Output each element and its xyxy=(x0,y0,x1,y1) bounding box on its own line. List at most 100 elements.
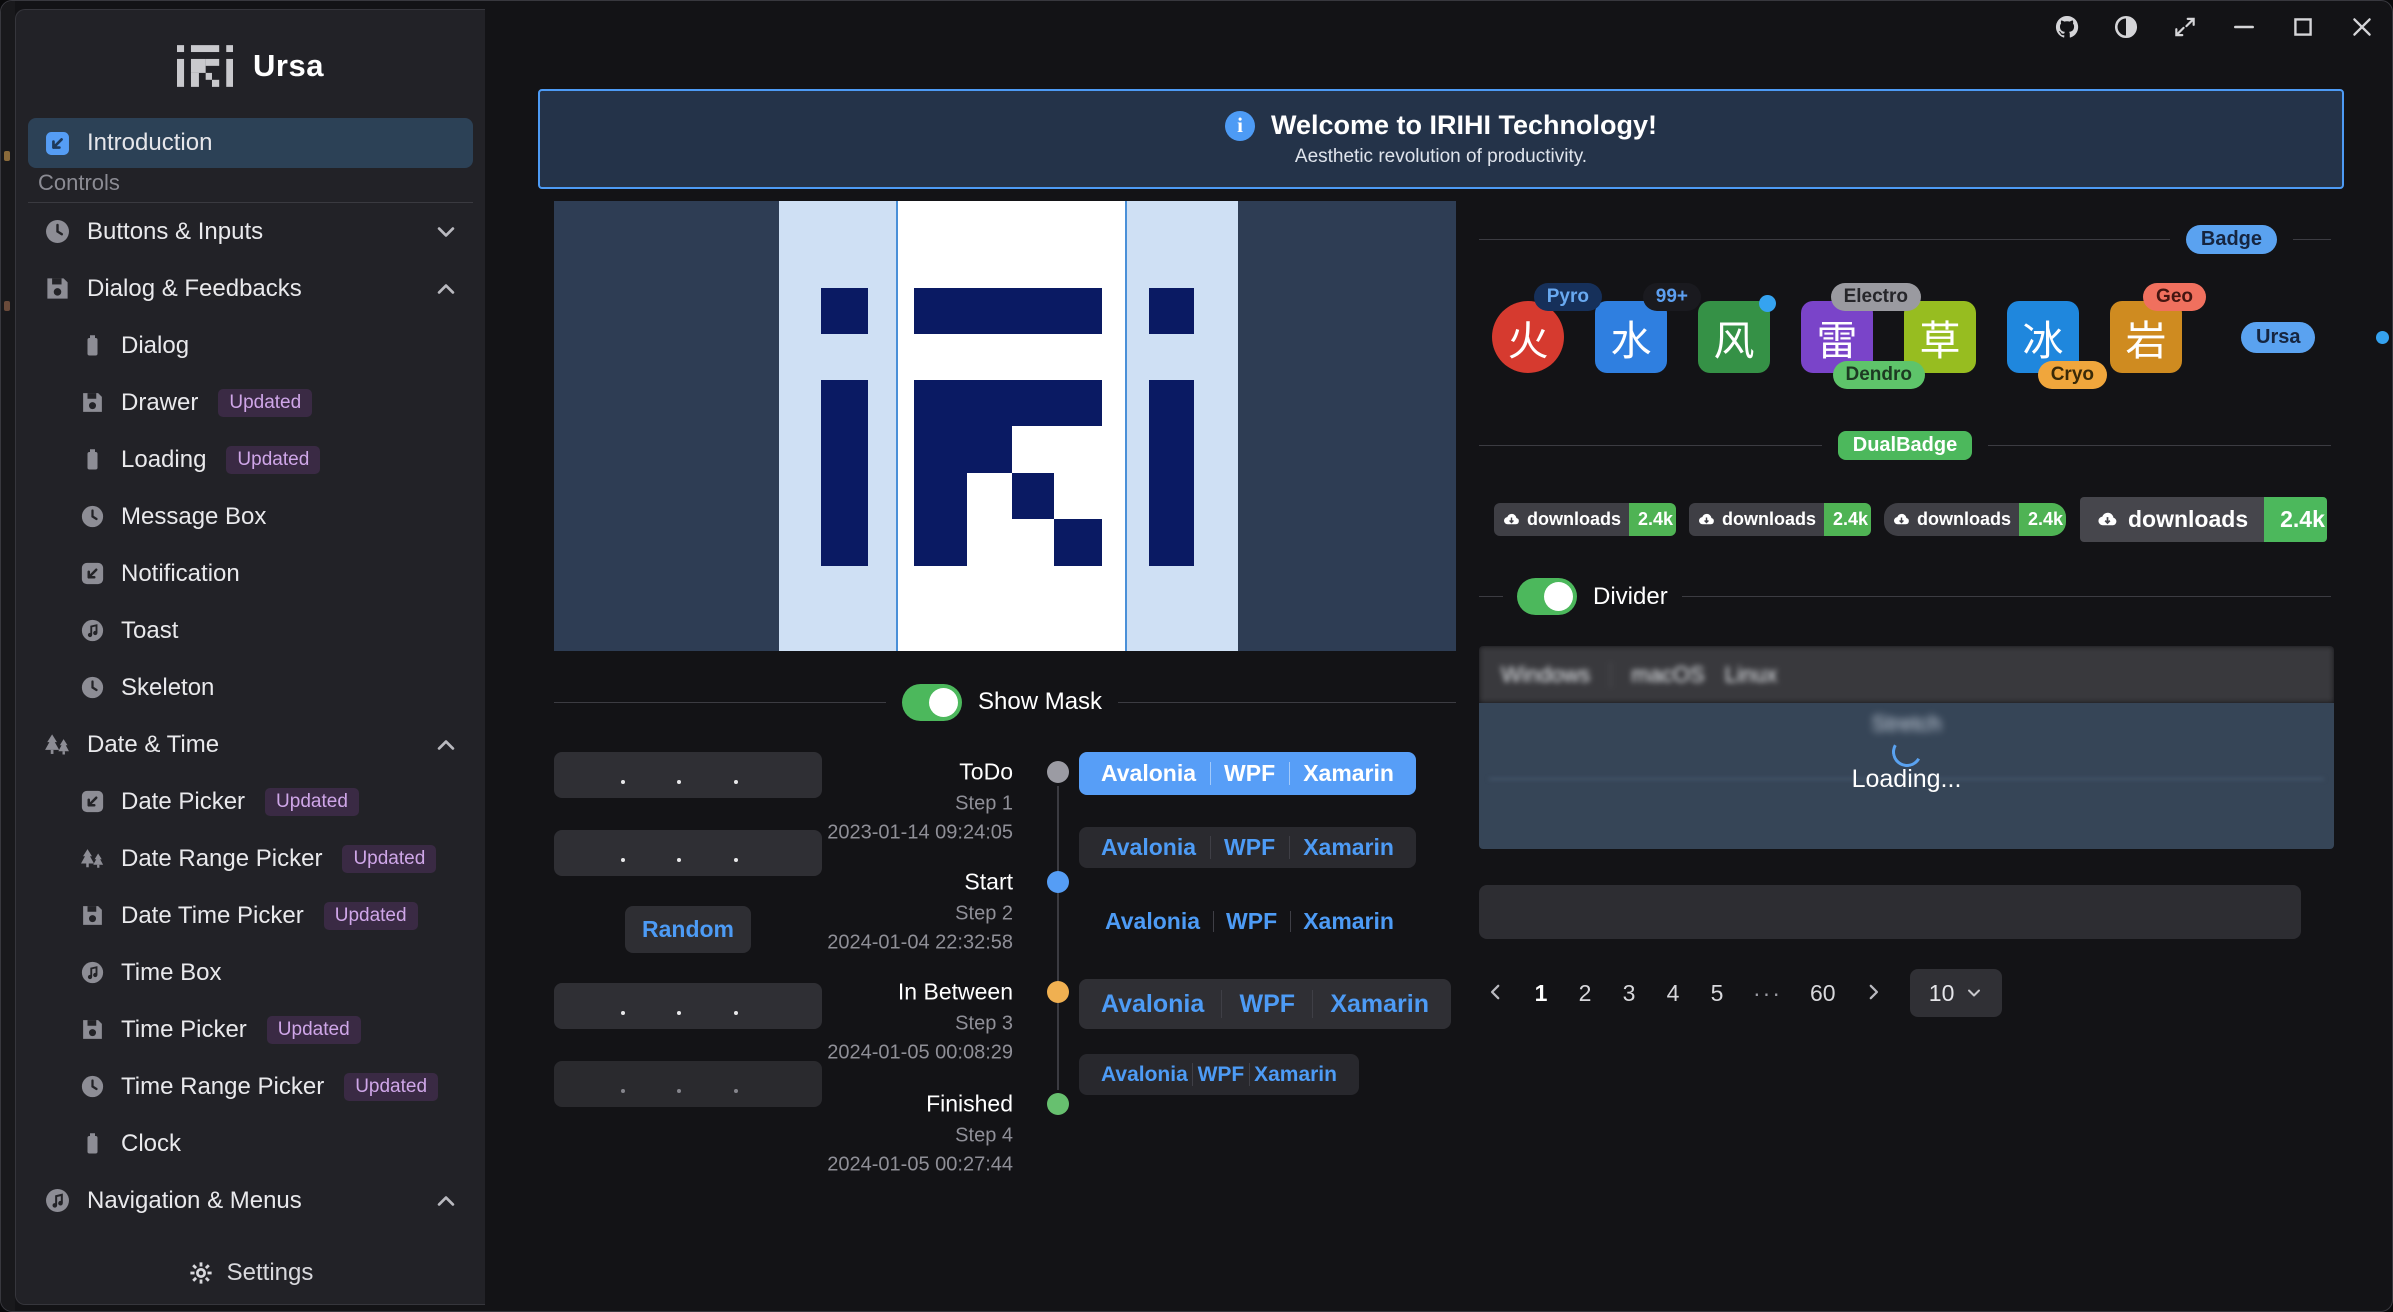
loading-demo-panel: Windows macOS Linux Stretch Loading... xyxy=(1479,646,2334,849)
downloads-dual-badge: downloads 2.4k xyxy=(1689,503,1871,536)
sidebar-item-dialog-feedbacks[interactable]: Dialog & Feedbacks xyxy=(28,260,473,317)
sidebar-item-notification[interactable]: Notification xyxy=(28,545,473,602)
updated-badge: Updated xyxy=(226,446,320,474)
sidebar-item-date-range-picker[interactable]: Date Range Picker Updated xyxy=(28,830,473,887)
page-ellipsis[interactable]: ··· xyxy=(1753,980,1782,1007)
page-number[interactable]: 1 xyxy=(1533,980,1549,1007)
sidebar-item-navigation-menus[interactable]: Navigation & Menus xyxy=(28,1172,473,1229)
info-icon: i xyxy=(1225,111,1255,141)
sidebar-item-label: Date Picker xyxy=(121,788,245,816)
updated-badge: Updated xyxy=(218,389,312,417)
sidebar-item-time-picker[interactable]: Time Picker Updated xyxy=(28,1001,473,1058)
fire-avatar: 火 xyxy=(1492,301,1564,373)
step-time: 2024-01-05 00:08:29 xyxy=(801,1042,1013,1065)
theme-toggle-icon[interactable] xyxy=(2112,13,2140,41)
date-input[interactable] xyxy=(554,830,822,876)
page-number[interactable]: 3 xyxy=(1621,980,1637,1007)
segmented-group-borderless: Avalonia WPF Xamarin xyxy=(1083,902,1416,941)
segment-xamarin[interactable]: Xamarin xyxy=(1303,908,1394,935)
sidebar-item-time-box[interactable]: Time Box xyxy=(28,944,473,1001)
page-number[interactable]: 5 xyxy=(1709,980,1725,1007)
segment-xamarin[interactable]: Xamarin xyxy=(1303,760,1394,787)
random-button[interactable]: Random xyxy=(625,906,751,953)
page-next-button[interactable] xyxy=(1864,980,1882,1007)
sidebar-item-date-time-picker[interactable]: Date Time Picker Updated xyxy=(28,887,473,944)
segment-xamarin[interactable]: Xamarin xyxy=(1303,834,1394,861)
sidebar-item-message-box[interactable]: Message Box xyxy=(28,488,473,545)
ursa-badge: Ursa xyxy=(2241,322,2315,353)
segment-avalonia[interactable]: Avalonia xyxy=(1101,834,1196,861)
badge-fire: 火 Pyro xyxy=(1492,301,1564,373)
divider-line xyxy=(1479,596,1503,597)
updated-badge: Updated xyxy=(342,845,436,873)
minimize-icon[interactable] xyxy=(2230,13,2258,41)
segment-xamarin[interactable]: Xamarin xyxy=(1330,990,1429,1019)
sidebar-item-date-time[interactable]: Date & Time xyxy=(28,716,473,773)
sidebar: Ursa Introduction Controls Buttons & Inp… xyxy=(15,9,485,1305)
date-input[interactable] xyxy=(554,752,822,798)
step-title: ToDo xyxy=(801,759,1013,786)
sidebar-item-loading[interactable]: Loading Updated xyxy=(28,431,473,488)
segment-wpf[interactable]: WPF xyxy=(1240,990,1296,1019)
sidebar-item-toast[interactable]: Toast xyxy=(28,602,473,659)
music-note-icon xyxy=(80,618,105,643)
sidebar-item-date-picker[interactable]: Date Picker Updated xyxy=(28,773,473,830)
page-number[interactable]: 4 xyxy=(1665,980,1681,1007)
empty-input-bar[interactable] xyxy=(1479,885,2301,939)
sidebar-item-label: Dialog & Feedbacks xyxy=(87,275,302,303)
segment-wpf[interactable]: WPF xyxy=(1198,1063,1245,1087)
segment-avalonia[interactable]: Avalonia xyxy=(1101,760,1196,787)
dualbadge-header-pill: DualBadge xyxy=(1838,431,1972,460)
save-icon xyxy=(80,390,105,415)
sidebar-item-dialog[interactable]: Dialog xyxy=(28,317,473,374)
badge-header-pill: Badge xyxy=(2186,225,2277,254)
badge-thunder: 雷 Electro Dendro xyxy=(1801,301,1873,373)
divider-toggle[interactable] xyxy=(1517,578,1577,615)
sidebar-item-drawer[interactable]: Drawer Updated xyxy=(28,374,473,431)
close-icon[interactable] xyxy=(2348,13,2376,41)
segment-xamarin[interactable]: Xamarin xyxy=(1254,1063,1337,1087)
tab-linux[interactable]: Linux xyxy=(1725,662,1778,688)
settings-button[interactable]: Settings xyxy=(16,1242,485,1304)
dot-badge xyxy=(1759,295,1776,312)
badge-rock: 岩 Geo xyxy=(2110,301,2182,373)
banner-title: Welcome to IRIHI Technology! xyxy=(1271,110,1657,141)
segment-avalonia[interactable]: Avalonia xyxy=(1101,990,1204,1019)
steps-connector xyxy=(1057,786,1059,1090)
app-logo: Ursa xyxy=(16,10,485,110)
segment-avalonia[interactable]: Avalonia xyxy=(1105,908,1200,935)
github-icon[interactable] xyxy=(2053,13,2081,41)
app-window: Ursa Introduction Controls Buttons & Inp… xyxy=(0,0,2393,1312)
sidebar-item-skeleton[interactable]: Skeleton xyxy=(28,659,473,716)
segment-wpf[interactable]: WPF xyxy=(1224,760,1275,787)
page-prev-button[interactable] xyxy=(1487,980,1505,1007)
settings-label: Settings xyxy=(227,1259,314,1287)
segment-wpf[interactable]: WPF xyxy=(1224,834,1275,861)
date-input[interactable] xyxy=(554,983,822,1029)
sidebar-item-label: Navigation & Menus xyxy=(87,1187,302,1215)
sidebar-item-time-range-picker[interactable]: Time Range Picker Updated xyxy=(28,1058,473,1115)
loading-tabs: Windows macOS Linux xyxy=(1479,646,2334,703)
sidebar-item-label: Skeleton xyxy=(121,674,214,702)
segment-avalonia[interactable]: Avalonia xyxy=(1101,1063,1188,1087)
sidebar-item-buttons-inputs[interactable]: Buttons & Inputs xyxy=(28,203,473,260)
tab-macos[interactable]: macOS xyxy=(1631,662,1704,688)
sidebar-item-introduction[interactable]: Introduction xyxy=(28,118,473,168)
date-input-disabled[interactable] xyxy=(554,1061,822,1107)
page-size-dropdown[interactable]: 10 xyxy=(1910,969,2002,1017)
pagination: 1 2 3 4 5 ··· 60 10 xyxy=(1487,969,2002,1017)
battery-icon xyxy=(80,447,105,472)
tab-windows[interactable]: Windows xyxy=(1501,662,1590,688)
step-dot-todo xyxy=(1047,761,1069,783)
sidebar-item-clock[interactable]: Clock xyxy=(28,1115,473,1172)
step-title: Finished xyxy=(801,1091,1013,1118)
fullscreen-icon[interactable] xyxy=(2171,13,2199,41)
step-number: Step 4 xyxy=(801,1125,1013,1148)
segment-wpf[interactable]: WPF xyxy=(1226,908,1277,935)
page-number[interactable]: 60 xyxy=(1810,980,1836,1007)
electro-badge: Electro xyxy=(1831,283,1921,311)
maximize-icon[interactable] xyxy=(2289,13,2317,41)
logo-image-panel xyxy=(554,201,1456,651)
page-number[interactable]: 2 xyxy=(1577,980,1593,1007)
show-mask-toggle[interactable] xyxy=(902,684,962,721)
